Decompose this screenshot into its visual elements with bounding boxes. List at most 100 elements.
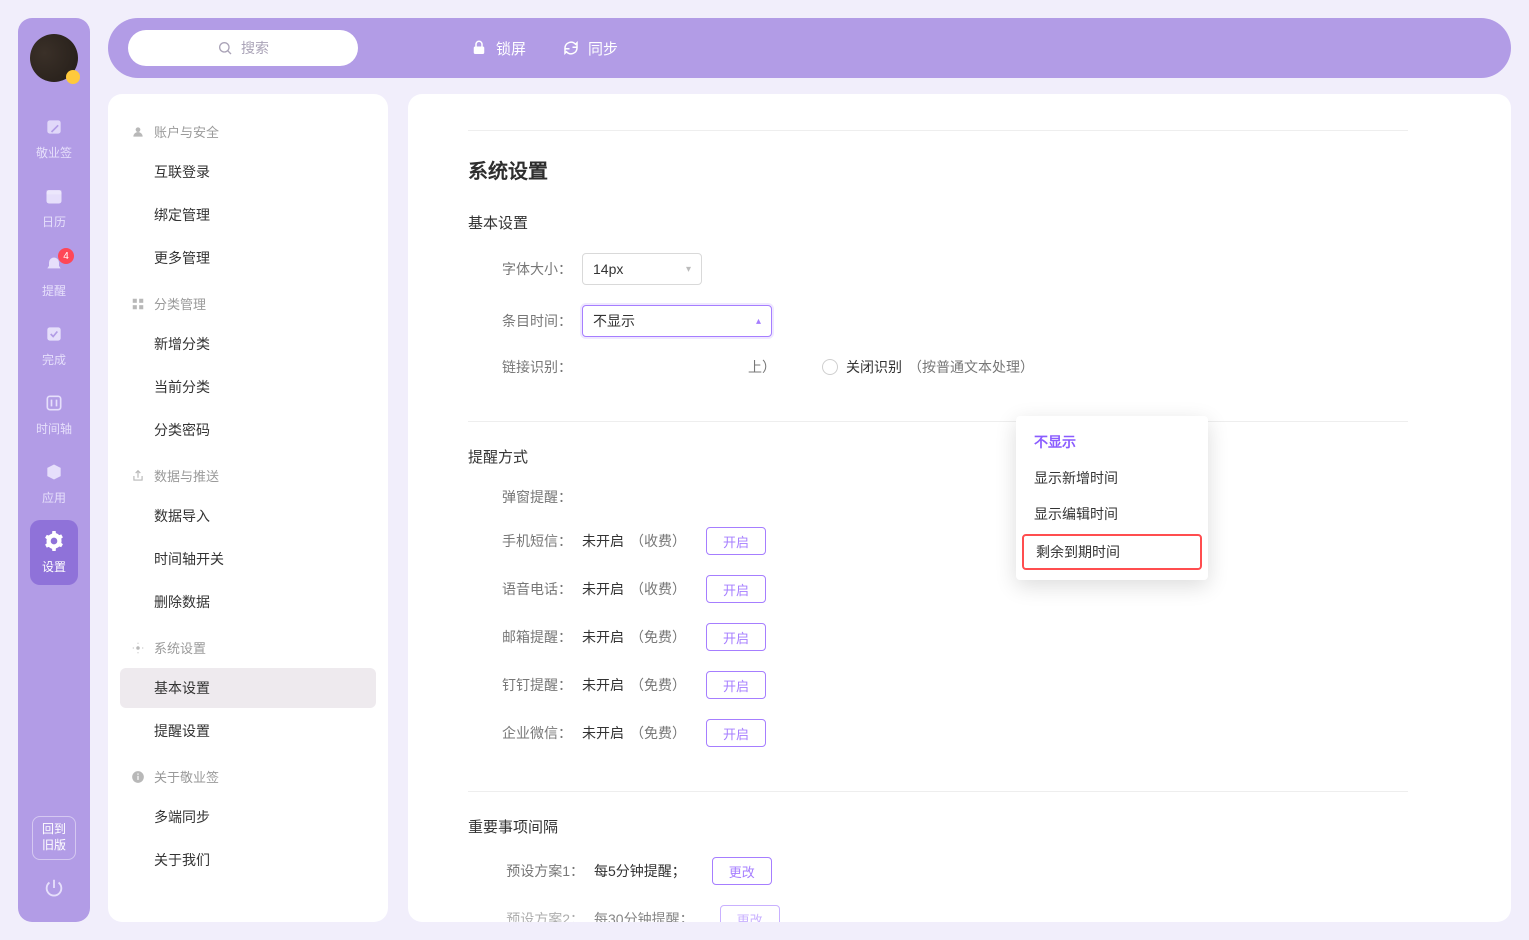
enable-wecom-button[interactable]: 开启 (706, 719, 766, 747)
dropdown-option-edit-time[interactable]: 显示编辑时间 (1016, 496, 1208, 532)
dropdown-option-none[interactable]: 不显示 (1016, 424, 1208, 460)
note-sms: （收费） (630, 531, 686, 551)
rail-item-done[interactable]: 完成 (30, 313, 78, 378)
section-title-basic: 基本设置 (468, 212, 1408, 233)
value-voice: 未开启 (582, 579, 624, 599)
rail-item-settings[interactable]: 设置 (30, 520, 78, 585)
lock-icon (470, 39, 488, 57)
rail-item-apps[interactable]: 应用 (30, 451, 78, 516)
row-wecom: 企业微信： 未开启 （免费） 开启 (468, 719, 1408, 747)
rail-item-note[interactable]: 敬业签 (30, 106, 78, 171)
row-popup: 弹窗提醒： (468, 487, 1408, 507)
nav-item-multi-sync[interactable]: 多端同步 (120, 797, 376, 837)
enable-dingtalk-button[interactable]: 开启 (706, 671, 766, 699)
row-font-size: 字体大小： 14px▾ (468, 253, 1408, 285)
content-panel: 系统设置 基本设置 字体大小： 14px▾ 条目时间： 不显示▴ (408, 94, 1511, 922)
main: 账户与安全 互联登录 绑定管理 更多管理 分类管理 新增分类 当前分类 分类密码… (108, 94, 1511, 922)
nav-head-category: 分类管理 (120, 286, 376, 321)
nav-item-basic-settings[interactable]: 基本设置 (120, 668, 376, 708)
search-placeholder: 搜索 (241, 38, 269, 58)
select-font-size[interactable]: 14px▾ (582, 253, 702, 285)
section-basic: 基本设置 字体大小： 14px▾ 条目时间： 不显示▴ 链接识别： 上） (468, 212, 1408, 422)
rail-item-reminder[interactable]: 4提醒 (30, 244, 78, 309)
sync-label: 同步 (588, 38, 618, 59)
nav-item-timeline-switch[interactable]: 时间轴开关 (120, 539, 376, 579)
dropdown-option-add-time[interactable]: 显示新增时间 (1016, 460, 1208, 496)
radio-close-detect[interactable] (822, 359, 838, 375)
change-preset1-button[interactable]: 更改 (712, 857, 772, 885)
sync-button[interactable]: 同步 (562, 38, 618, 59)
nav-item-add-category[interactable]: 新增分类 (120, 324, 376, 364)
label-item-time: 条目时间： (494, 311, 572, 331)
label-email: 邮箱提醒： (494, 627, 572, 647)
label-font-size: 字体大小： (494, 259, 572, 279)
reminder-badge: 4 (58, 248, 74, 264)
item-time-dropdown: 不显示 显示新增时间 显示编辑时间 剩余到期时间 (1016, 416, 1208, 580)
nav-head-about: 关于敬业签 (120, 759, 376, 794)
timeline-icon (43, 392, 65, 414)
nav-item-remind-settings[interactable]: 提醒设置 (120, 711, 376, 751)
gear-icon (43, 530, 65, 552)
back-old-l1: 回到 (42, 822, 66, 838)
row-voice: 语音电话： 未开启 （收费） 开启 (468, 575, 1408, 603)
nav-item-delete-data[interactable]: 删除数据 (120, 582, 376, 622)
dropdown-option-remaining-time[interactable]: 剩余到期时间 (1022, 534, 1202, 570)
power-button[interactable] (40, 874, 68, 902)
enable-sms-button[interactable]: 开启 (706, 527, 766, 555)
grid-icon (130, 296, 146, 312)
nav-item-more-manage[interactable]: 更多管理 (120, 238, 376, 278)
value-dingtalk: 未开启 (582, 675, 624, 695)
avatar[interactable] (30, 34, 78, 82)
nav-item-category-password[interactable]: 分类密码 (120, 410, 376, 450)
row-link-detect: 链接识别： 上） 关闭识别 （按普通文本处理） (468, 357, 1408, 377)
lock-button[interactable]: 锁屏 (470, 38, 526, 59)
section-interval: 重要事项间隔 预设方案1： 每5分钟提醒； 更改 预设方案2： 每30分钟提醒；… (468, 816, 1408, 922)
check-icon (43, 323, 65, 345)
label-voice: 语音电话： (494, 579, 572, 599)
calendar-icon (43, 185, 65, 207)
chevron-down-icon: ▾ (686, 264, 691, 275)
enable-voice-button[interactable]: 开启 (706, 575, 766, 603)
label-dingtalk: 钉钉提醒： (494, 675, 572, 695)
info-icon (130, 769, 146, 785)
label-popup: 弹窗提醒： (494, 487, 572, 507)
nav-item-current-category[interactable]: 当前分类 (120, 367, 376, 407)
note-wecom: （免费） (630, 723, 686, 743)
note-email: （免费） (630, 627, 686, 647)
label-link-detect: 链接识别： (494, 357, 572, 377)
value-preset2: 每30分钟提醒； (594, 909, 694, 922)
nav-item-about-us[interactable]: 关于我们 (120, 840, 376, 880)
back-to-old-button[interactable]: 回到旧版 (32, 816, 76, 860)
lock-label: 锁屏 (496, 38, 526, 59)
rail-label: 应用 (42, 489, 66, 506)
link-opt1-suffix: 上） (582, 357, 782, 377)
value-sms: 未开启 (582, 531, 624, 551)
search-input[interactable]: 搜索 (128, 30, 358, 66)
gear-small-icon (130, 640, 146, 656)
label-preset1: 预设方案1： (494, 861, 584, 881)
rail-label: 完成 (42, 351, 66, 368)
nav-head-system: 系统设置 (120, 630, 376, 665)
nav-item-binding[interactable]: 绑定管理 (120, 195, 376, 235)
section-title-interval: 重要事项间隔 (468, 816, 1408, 837)
rail-item-calendar[interactable]: 日历 (30, 175, 78, 240)
rail-label: 日历 (42, 213, 66, 230)
row-preset2: 预设方案2： 每30分钟提醒； 更改 (468, 905, 1408, 922)
app-root: 敬业签 日历 4提醒 完成 时间轴 应用 设置 回到旧版 搜索 锁屏 同步 (0, 0, 1529, 940)
row-sms: 手机短信： 未开启 （收费） 开启 (468, 527, 1408, 555)
back-old-l2: 旧版 (42, 838, 66, 854)
enable-email-button[interactable]: 开启 (706, 623, 766, 651)
nav-item-import[interactable]: 数据导入 (120, 496, 376, 536)
note-dingtalk: （免费） (630, 675, 686, 695)
value-preset1: 每5分钟提醒； (594, 861, 686, 881)
chevron-up-icon: ▴ (756, 316, 761, 327)
change-preset2-button[interactable]: 更改 (720, 905, 780, 922)
nav-item-login[interactable]: 互联登录 (120, 152, 376, 192)
select-item-time[interactable]: 不显示▴ (582, 305, 772, 337)
row-email: 邮箱提醒： 未开启 （免费） 开启 (468, 623, 1408, 651)
value-email: 未开启 (582, 627, 624, 647)
rail-item-timeline[interactable]: 时间轴 (30, 382, 78, 447)
label-wecom: 企业微信： (494, 723, 572, 743)
note-icon (43, 116, 65, 138)
rail-label: 设置 (42, 558, 66, 575)
